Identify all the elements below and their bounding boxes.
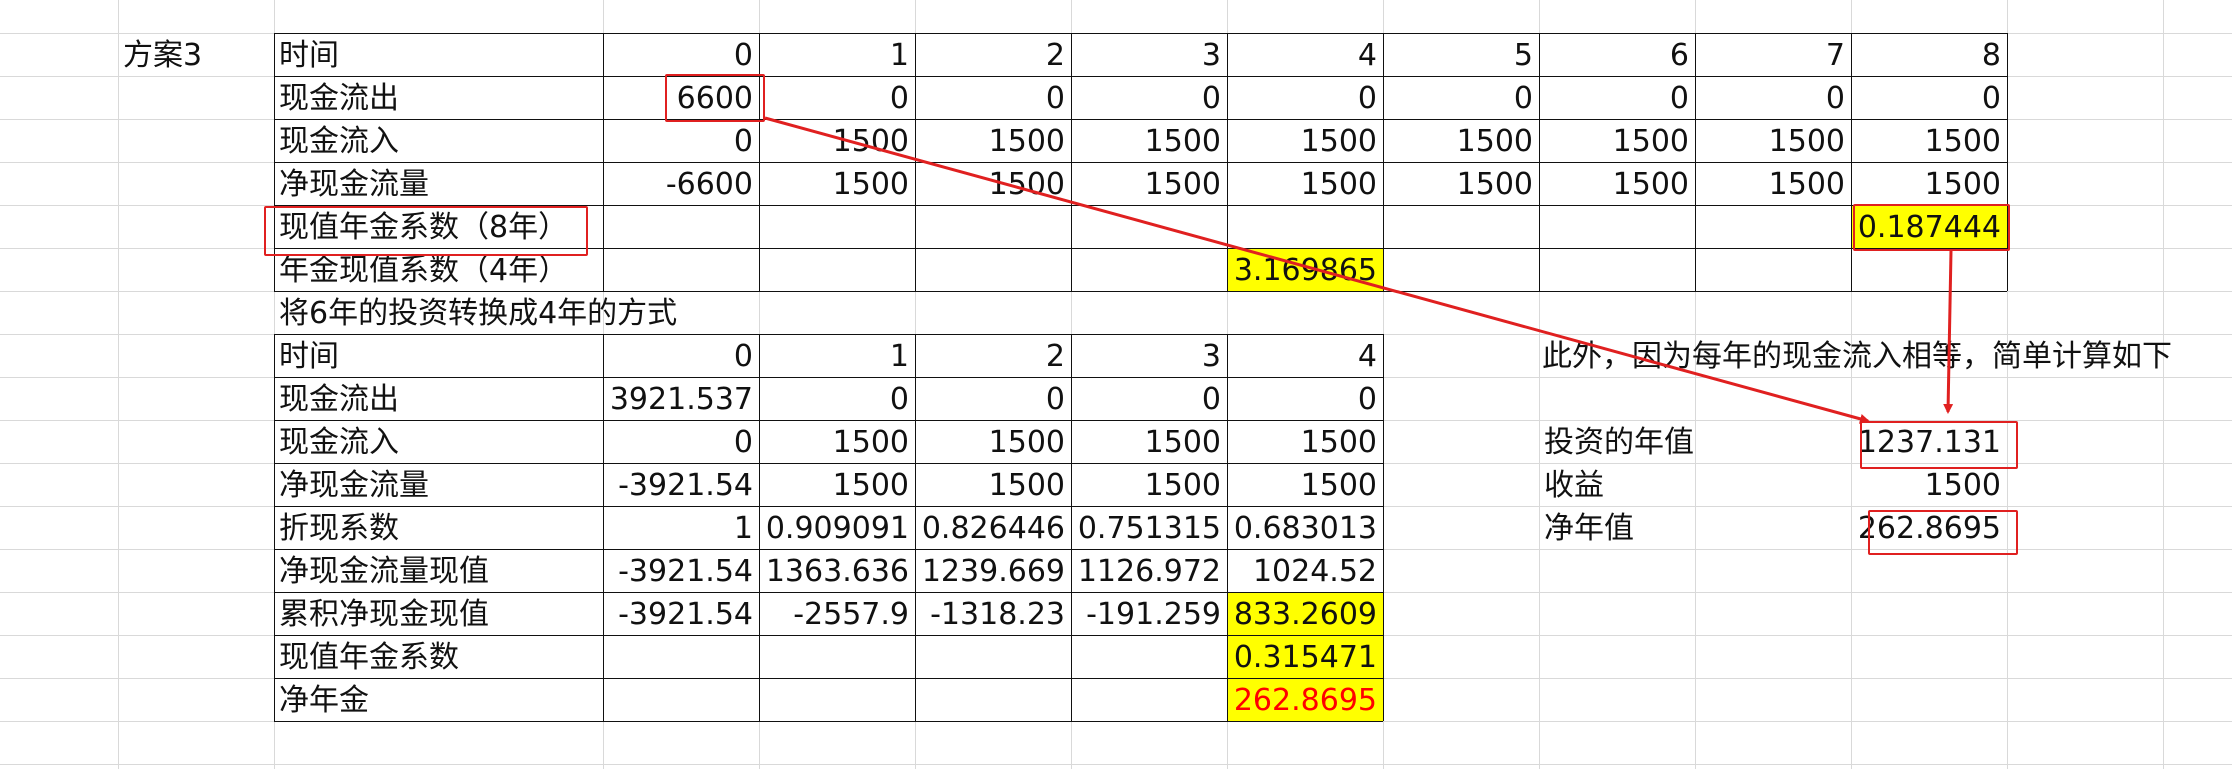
annotation-arrows	[764, 116, 1954, 424]
arrow-outflow-to-annual-value	[764, 116, 1870, 424]
arrow-factor-to-annual-value	[1943, 250, 1954, 414]
